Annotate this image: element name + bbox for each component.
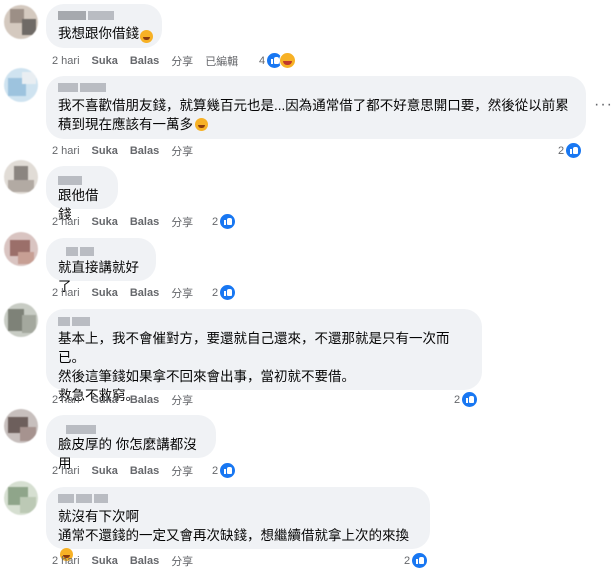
like-icon <box>461 391 479 408</box>
like-icon <box>411 552 429 569</box>
timestamp[interactable]: 2 hari <box>52 216 80 228</box>
comment-bubble: 就沒有下次啊 通常不還錢的一定又會再次缺錢，想繼續借就拿上次的來換 <box>46 487 430 561</box>
more-options-icon[interactable]: ··· <box>594 96 611 114</box>
like-button[interactable]: Suka <box>92 394 118 406</box>
timestamp[interactable]: 2 hari <box>52 145 80 157</box>
author-name[interactable] <box>58 493 418 505</box>
reaction-count[interactable]: 2 <box>212 213 237 230</box>
comment-actions: 2 hari Suka Balas 分享 <box>52 143 205 159</box>
author-name[interactable] <box>58 10 150 22</box>
comment-actions: 2 hari Suka Balas 分享 <box>52 553 205 569</box>
like-button[interactable]: Suka <box>92 145 118 157</box>
comment-bubble: 臉皮厚的 你怎麼講都沒用 <box>46 415 216 471</box>
comment-actions: 2 hari Suka Balas 分享 <box>52 214 205 230</box>
reply-button[interactable]: Balas <box>130 555 159 567</box>
avatar[interactable] <box>4 481 38 515</box>
reaction-count[interactable]: 2 <box>212 284 237 301</box>
reaction-count[interactable]: 2 <box>212 462 237 479</box>
like-button[interactable]: Suka <box>92 555 118 567</box>
like-icon <box>565 142 583 159</box>
share-button[interactable]: 分享 <box>171 53 193 69</box>
grin-emoji-icon <box>140 30 153 43</box>
reply-button[interactable]: Balas <box>130 287 159 299</box>
timestamp[interactable]: 2 hari <box>52 55 80 67</box>
reaction-count[interactable]: 2 <box>404 552 429 569</box>
like-button[interactable]: Suka <box>92 287 118 299</box>
share-button[interactable]: 分享 <box>171 214 193 230</box>
avatar[interactable] <box>4 68 38 102</box>
author-name[interactable] <box>58 421 204 434</box>
reaction-count[interactable]: 2 <box>558 142 583 159</box>
author-name[interactable] <box>58 172 106 185</box>
avatar[interactable] <box>4 232 38 266</box>
reaction-count[interactable]: 2 <box>454 391 479 408</box>
reply-button[interactable]: Balas <box>130 145 159 157</box>
comment-bubble: 我想跟你借錢 <box>46 4 162 48</box>
comment-actions: 2 hari Suka Balas 分享 已編輯 <box>52 53 250 69</box>
crying-emoji-icon <box>195 118 208 131</box>
like-button[interactable]: Suka <box>92 465 118 477</box>
like-button[interactable]: Suka <box>92 216 118 228</box>
haha-icon <box>279 52 297 69</box>
timestamp[interactable]: 2 hari <box>52 465 80 477</box>
share-button[interactable]: 分享 <box>171 392 193 408</box>
comment-bubble: 我不喜歡借朋友錢，就算幾百元也是...因為通常借了都不好意思開口要，然後從以前累… <box>46 76 586 139</box>
avatar[interactable] <box>4 409 38 443</box>
reply-button[interactable]: Balas <box>130 216 159 228</box>
comment-text: 我想跟你借錢 <box>58 26 139 41</box>
edited-label: 已編輯 <box>205 56 239 68</box>
share-button[interactable]: 分享 <box>171 143 193 159</box>
comment-bubble: 就直接講就好了 <box>46 238 156 294</box>
share-button[interactable]: 分享 <box>171 463 193 479</box>
reply-button[interactable]: Balas <box>130 465 159 477</box>
comment-text: 我不喜歡借朋友錢，就算幾百元也是...因為通常借了都不好意思開口要，然後從以前累… <box>58 98 569 132</box>
like-icon <box>219 284 237 301</box>
avatar[interactable] <box>4 5 38 39</box>
avatar[interactable] <box>4 303 38 337</box>
comment-actions: 2 hari Suka Balas 分享 <box>52 392 205 408</box>
reaction-count[interactable]: 4 <box>259 52 297 69</box>
share-button[interactable]: 分享 <box>171 285 193 301</box>
timestamp[interactable]: 2 hari <box>52 287 80 299</box>
author-name[interactable] <box>58 82 574 94</box>
like-icon <box>219 462 237 479</box>
comment-actions: 2 hari Suka Balas 分享 <box>52 285 205 301</box>
avatar[interactable] <box>4 160 38 194</box>
comment-actions: 2 hari Suka Balas 分享 <box>52 463 205 479</box>
like-button[interactable]: Suka <box>92 55 118 67</box>
comment-bubble: 基本上，我不會催對方，要還就自己還來，不還那就是只有一次而已。 然後這筆錢如果拿… <box>46 309 482 403</box>
reply-button[interactable]: Balas <box>130 55 159 67</box>
author-name[interactable] <box>58 244 144 256</box>
timestamp[interactable]: 2 hari <box>52 394 80 406</box>
comment-bubble: 跟他借錢 <box>46 166 118 222</box>
timestamp[interactable]: 2 hari <box>52 555 80 567</box>
share-button[interactable]: 分享 <box>171 553 193 569</box>
reply-button[interactable]: Balas <box>130 394 159 406</box>
like-icon <box>219 213 237 230</box>
author-name[interactable] <box>58 315 470 327</box>
